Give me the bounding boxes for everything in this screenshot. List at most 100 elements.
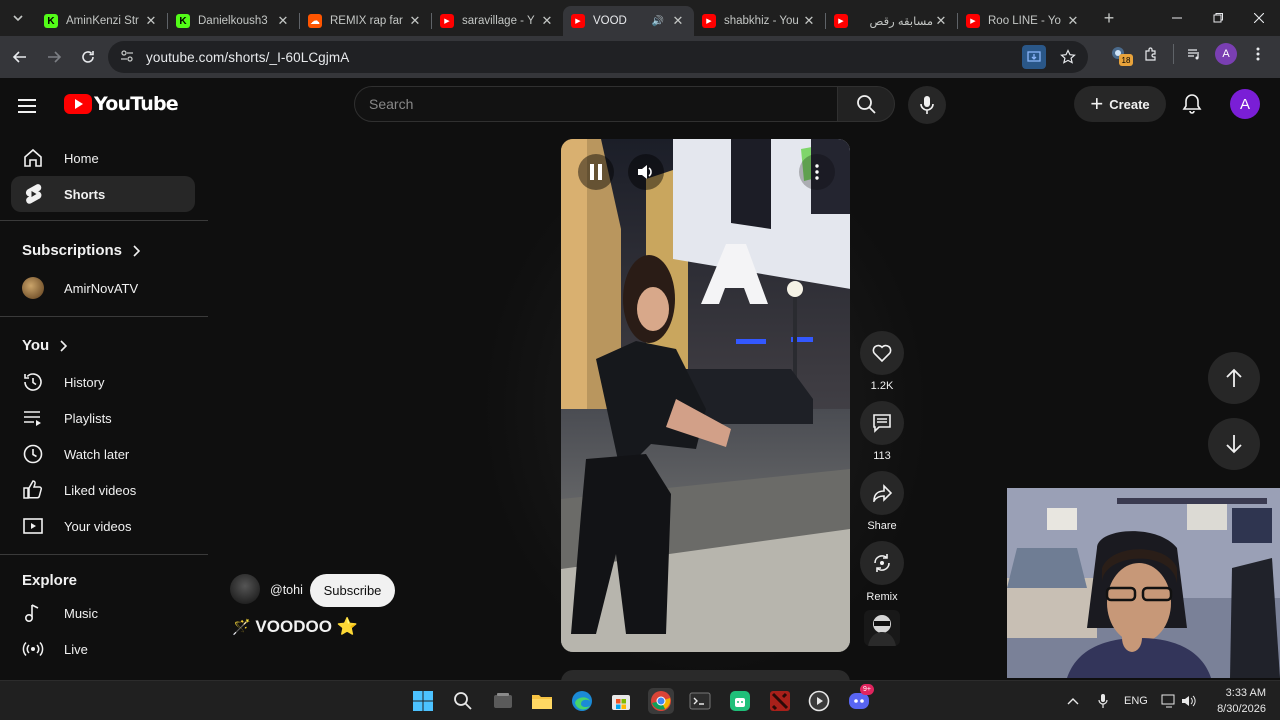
tab-search-button[interactable]: [6, 6, 30, 30]
browser-tab[interactable]: ▶ Roo LINE - Yo ✕: [958, 6, 1089, 36]
sidebar-item-shorts[interactable]: Shorts: [11, 176, 195, 212]
comments-button[interactable]: [860, 401, 904, 445]
youtube-logo[interactable]: YouTube: [64, 93, 179, 115]
language-indicator[interactable]: ENG: [1124, 695, 1148, 707]
tune-icon: [121, 49, 133, 62]
notifications-button[interactable]: [1178, 90, 1206, 118]
minimize-button[interactable]: [1156, 0, 1198, 36]
share-button[interactable]: [860, 471, 904, 515]
extensions-puzzle-icon[interactable]: [1139, 42, 1163, 66]
dota-icon: [770, 691, 790, 711]
chrome-menu-icon[interactable]: [1246, 42, 1270, 66]
terminal-icon: [689, 692, 711, 710]
chrome-button[interactable]: [648, 688, 674, 714]
sidebar-item-playlists[interactable]: Playlists: [11, 400, 195, 436]
share-icon: [873, 484, 892, 502]
profile-button[interactable]: A: [1214, 42, 1238, 66]
sidebar-item-watch-later[interactable]: Watch later: [11, 436, 195, 472]
like-button[interactable]: [860, 331, 904, 375]
create-button[interactable]: + Create: [1074, 86, 1166, 122]
close-icon[interactable]: ✕: [407, 13, 423, 29]
channel-handle[interactable]: @tohi: [270, 583, 303, 597]
browser-tab-active[interactable]: ▶ VOOD 🔊 ✕: [563, 6, 694, 36]
back-button[interactable]: [4, 41, 36, 73]
voice-search-button[interactable]: [908, 86, 946, 124]
sidebar-item-history[interactable]: History: [11, 364, 195, 400]
close-icon[interactable]: ✕: [1065, 13, 1081, 29]
address-bar[interactable]: youtube.com/shorts/_I-60LCgjmA: [108, 41, 1088, 73]
browser-tab[interactable]: ☁ REMIX rap far ✕: [300, 6, 431, 36]
clock-date: 8/30/2026: [1217, 703, 1266, 715]
system-clock[interactable]: 3:33 AM 8/30/2026: [1217, 685, 1266, 717]
close-icon[interactable]: ✕: [933, 13, 949, 29]
search-button[interactable]: [837, 86, 895, 122]
subscribe-button[interactable]: Subscribe: [310, 574, 395, 607]
close-icon[interactable]: ✕: [801, 13, 817, 29]
close-window-button[interactable]: [1238, 0, 1280, 36]
close-icon[interactable]: ✕: [539, 13, 555, 29]
forward-button[interactable]: [38, 41, 70, 73]
sidebar-item-music[interactable]: Music: [11, 595, 195, 631]
browser-tab[interactable]: K AminKenzi Str ✕: [36, 6, 167, 36]
close-icon[interactable]: ✕: [275, 13, 291, 29]
bookmark-star-icon[interactable]: [1056, 45, 1080, 69]
guide-menu-button[interactable]: [18, 92, 46, 120]
task-view-button[interactable]: [490, 688, 516, 714]
kick-icon: K: [176, 14, 190, 28]
sidebar-item-liked-videos[interactable]: Liked videos: [11, 472, 195, 508]
hamburger-icon: [18, 99, 36, 101]
subscriptions-heading[interactable]: Subscriptions: [22, 242, 141, 259]
sidebar-item-live[interactable]: Live: [11, 631, 195, 667]
network-icon[interactable]: [1160, 689, 1178, 713]
sidebar-item-subscription[interactable]: AmirNovATV: [11, 270, 195, 306]
sidebar-item-your-videos[interactable]: Your videos: [11, 508, 195, 544]
remix-button[interactable]: [860, 541, 904, 585]
close-icon[interactable]: ✕: [670, 13, 686, 29]
video-more-button[interactable]: [799, 154, 835, 190]
install-app-icon[interactable]: [1022, 45, 1046, 69]
start-button[interactable]: [410, 688, 436, 714]
restore-button[interactable]: [1197, 0, 1239, 36]
you-heading[interactable]: You: [22, 337, 68, 354]
webcam-overlay: [1007, 488, 1280, 678]
extension-icon[interactable]: 18: [1107, 42, 1133, 66]
android-app-icon: [730, 691, 750, 711]
site-settings-icon[interactable]: [120, 49, 134, 66]
store-button[interactable]: [608, 688, 634, 714]
media-player-button[interactable]: [806, 688, 832, 714]
media-control-icon[interactable]: [1182, 42, 1206, 66]
account-avatar[interactable]: A: [1230, 89, 1260, 119]
next-short-button[interactable]: [1208, 418, 1260, 470]
new-tab-button[interactable]: +: [1095, 4, 1123, 32]
browser-tab[interactable]: ▶ مسابقه رقص ✕: [826, 6, 957, 36]
shorts-video-player[interactable]: [561, 139, 850, 652]
windows-logo-icon: [413, 691, 433, 711]
volume-tray-icon[interactable]: [1180, 689, 1198, 713]
show-hidden-icons[interactable]: [1064, 689, 1082, 713]
sound-thumbnail[interactable]: [864, 610, 900, 646]
search-input[interactable]: Search: [354, 86, 838, 122]
pause-button[interactable]: [578, 154, 614, 190]
channel-avatar[interactable]: [230, 574, 260, 604]
microphone-tray-icon[interactable]: [1094, 689, 1112, 713]
taskbar-search-button[interactable]: [450, 688, 476, 714]
browser-tab[interactable]: ▶ shabkhiz - You ✕: [694, 6, 825, 36]
soundcloud-icon: ☁: [308, 14, 322, 28]
sidebar-item-home[interactable]: Home: [11, 140, 195, 176]
browser-tab[interactable]: K Danielkoush3 ✕: [168, 6, 299, 36]
dota-button[interactable]: [767, 688, 793, 714]
terminal-button[interactable]: [687, 688, 713, 714]
app-green-button[interactable]: [727, 688, 753, 714]
magic-wand-icon: 🪄: [232, 619, 251, 636]
previous-short-button[interactable]: [1208, 352, 1260, 404]
edge-button[interactable]: [569, 688, 595, 714]
search-icon: [857, 95, 876, 114]
tab-title: shabkhiz - You: [724, 15, 799, 27]
discord-button[interactable]: 9+: [846, 684, 874, 714]
close-icon[interactable]: ✕: [143, 13, 159, 29]
browser-tab[interactable]: ▶ saravillage - Y ✕: [432, 6, 563, 36]
reload-button[interactable]: [72, 41, 104, 73]
volume-button[interactable]: [628, 154, 664, 190]
speaker-icon[interactable]: 🔊: [652, 16, 664, 27]
file-explorer-button[interactable]: [529, 688, 555, 714]
